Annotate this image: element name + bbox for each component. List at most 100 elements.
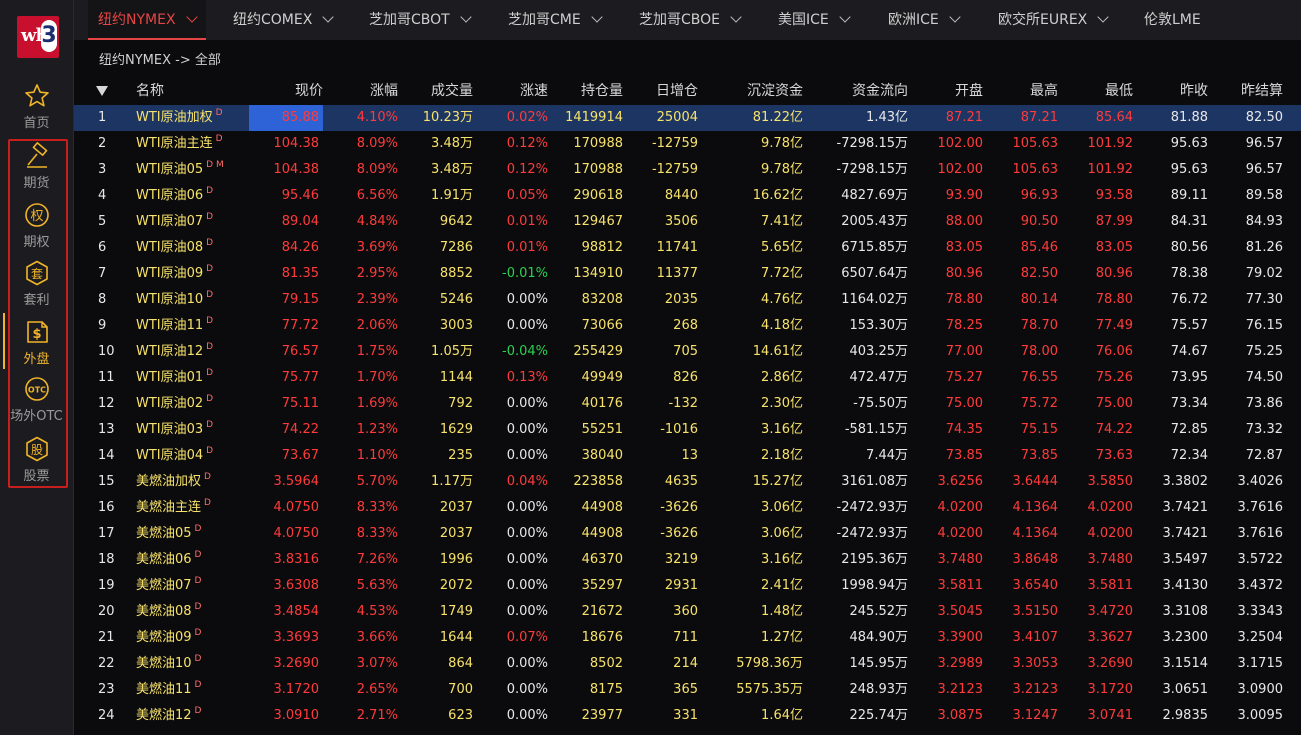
- col-header[interactable]: 最低: [1105, 78, 1133, 105]
- contract-name[interactable]: WTI原油加权 D: [136, 105, 223, 131]
- contract-name[interactable]: 美燃油09 D: [136, 625, 201, 651]
- contract-name[interactable]: WTI原油07 D: [136, 209, 213, 235]
- contract-name[interactable]: 美燃油05 D: [136, 521, 201, 547]
- contract-name[interactable]: WTI原油04 D: [136, 443, 213, 469]
- contract-name[interactable]: WTI原油03 D: [136, 417, 213, 443]
- contract-name[interactable]: WTI原油09 D: [136, 261, 213, 287]
- tab-cbot[interactable]: 芝加哥CBOT: [369, 0, 472, 40]
- cell-low: 3.7480: [1087, 552, 1134, 567]
- cell-doi: 826: [673, 370, 698, 385]
- contract-name[interactable]: 美燃油11 D: [136, 677, 201, 703]
- tab-comex[interactable]: 纽约COMEX: [233, 0, 334, 40]
- col-header[interactable]: 开盘: [955, 78, 983, 105]
- contract-name[interactable]: WTI原油05 D M: [136, 157, 224, 183]
- table-row[interactable]: 3 WTI原油05 D M 104.38 8.09% 3.48万 0.12% 170988 -1…: [74, 157, 1301, 183]
- table-row[interactable]: 16 美燃油主连 D 4.0750 8.33% 2037 0.00% 44908 -3626 3.…: [74, 495, 1301, 521]
- table-row[interactable]: 11 WTI原油01 D 75.77 1.70% 1144 0.13% 49949 826 2.8…: [74, 365, 1301, 391]
- cell-vol: 3003: [439, 318, 473, 333]
- tab-nymex[interactable]: 纽约NYMEX: [88, 0, 206, 40]
- contract-tag: D: [206, 264, 214, 274]
- col-header[interactable]: 沉淀资金: [747, 78, 803, 105]
- cell-flow: 484.90万: [849, 630, 909, 645]
- cell-low: 75.26: [1095, 370, 1133, 385]
- contract-name[interactable]: 美燃油06 D: [136, 547, 201, 573]
- table-row[interactable]: 15 美燃油加权 D 3.5964 5.70% 1.17万 0.04% 223858 4635 1…: [74, 469, 1301, 495]
- table-row[interactable]: 19 美燃油07 D 3.6308 5.63% 2072 0.00% 35297 2931 2.4…: [74, 573, 1301, 599]
- table-row[interactable]: 13 WTI原油03 D 74.22 1.23% 1629 0.00% 55251 -1016 3…: [74, 417, 1301, 443]
- cell-vol: 235: [448, 448, 473, 463]
- row-index: 20: [98, 604, 115, 619]
- table-row[interactable]: 18 美燃油06 D 3.8316 7.26% 1996 0.00% 46370 3219 3.1…: [74, 547, 1301, 573]
- cell-oi: 8175: [589, 682, 623, 697]
- cell-low: 78.80: [1095, 292, 1133, 307]
- table-row[interactable]: 2 WTI原油主连 D 104.38 8.09% 3.48万 0.12% 170988 -127…: [74, 131, 1301, 157]
- table-body: 1 WTI原油加权 D 85.88 4.10% 10.23万 0.02% 1419914 250…: [74, 105, 1301, 729]
- table-row[interactable]: 17 美燃油05 D 4.0750 8.33% 2037 0.00% 44908 -3626 3.…: [74, 521, 1301, 547]
- col-header[interactable]: 涨速: [520, 78, 548, 105]
- cell-fund: 15.27亿: [752, 474, 803, 489]
- contract-tag: D: [194, 654, 202, 664]
- cell-oi: 1419914: [565, 110, 623, 125]
- table-row[interactable]: 20 美燃油08 D 3.4854 4.53% 1749 0.00% 21672 360 1.48…: [74, 599, 1301, 625]
- col-header[interactable]: 成交量: [431, 78, 473, 105]
- contract-name[interactable]: WTI原油01 D: [136, 365, 213, 391]
- nav-home[interactable]: 首页: [0, 82, 73, 131]
- contract-name[interactable]: WTI原油08 D: [136, 235, 213, 261]
- tab-us-ice[interactable]: 美国ICE: [778, 0, 851, 40]
- cell-fund: 2.41亿: [761, 578, 803, 593]
- contract-name[interactable]: 美燃油12 D: [136, 703, 201, 729]
- table-row[interactable]: 24 美燃油12 D 3.0910 2.71% 623 0.00% 23977 331 1.64亿…: [74, 703, 1301, 729]
- table-row[interactable]: 6 WTI原油08 D 84.26 3.69% 7286 0.01% 98812 11741 5.…: [74, 235, 1301, 261]
- col-header[interactable]: 日增仓: [656, 78, 698, 105]
- cell-ps: 72.87: [1245, 448, 1283, 463]
- cell-pc: 78.38: [1170, 266, 1208, 281]
- contract-name[interactable]: 美燃油08 D: [136, 599, 201, 625]
- table-row[interactable]: 21 美燃油09 D 3.3693 3.66% 1644 0.07% 18676 711 1.27…: [74, 625, 1301, 651]
- contract-name[interactable]: WTI原油02 D: [136, 391, 213, 417]
- cell-pc: 74.67: [1170, 344, 1208, 359]
- col-header[interactable]: 昨收: [1180, 78, 1208, 105]
- cell-doi: -132: [668, 396, 698, 411]
- table-row[interactable]: 22 美燃油10 D 3.2690 3.07% 864 0.00% 8502 214 5798.3…: [74, 651, 1301, 677]
- col-header[interactable]: 涨幅: [370, 78, 398, 105]
- col-header[interactable]: 最高: [1030, 78, 1058, 105]
- col-header[interactable]: 昨结算: [1241, 78, 1283, 105]
- cell-pc: 3.0651: [1162, 682, 1209, 697]
- breadcrumb[interactable]: 纽约NYMEX -> 全部: [99, 49, 221, 68]
- tab-cme[interactable]: 芝加哥CME: [508, 0, 603, 40]
- cell-pc: 73.95: [1170, 370, 1208, 385]
- contract-name[interactable]: 美燃油10 D: [136, 651, 201, 677]
- cell-flow: 1998.94万: [841, 578, 908, 593]
- tab-cboe[interactable]: 芝加哥CBOE: [639, 0, 742, 40]
- contract-name[interactable]: WTI原油10 D: [136, 287, 213, 313]
- contract-name[interactable]: WTI原油06 D: [136, 183, 213, 209]
- contract-name[interactable]: WTI原油12 D: [136, 339, 213, 365]
- contract-name[interactable]: 美燃油加权 D: [136, 469, 211, 495]
- table-row[interactable]: 12 WTI原油02 D 75.11 1.69% 792 0.00% 40176 -132 2.3…: [74, 391, 1301, 417]
- sort-icon[interactable]: [96, 78, 108, 105]
- table-row[interactable]: 8 WTI原油10 D 79.15 2.39% 5246 0.00% 83208 2035 4.7…: [74, 287, 1301, 313]
- table-row[interactable]: 14 WTI原油04 D 73.67 1.10% 235 0.00% 38040 13 2.18亿…: [74, 443, 1301, 469]
- table-row[interactable]: 4 WTI原油06 D 95.46 6.56% 1.91万 0.05% 290618 8440 1…: [74, 183, 1301, 209]
- table-row[interactable]: 5 WTI原油07 D 89.04 4.84% 9642 0.01% 129467 3506 7.…: [74, 209, 1301, 235]
- cell-price: 104.38: [273, 162, 320, 177]
- col-header[interactable]: 现价: [295, 78, 323, 105]
- contract-name[interactable]: WTI原油11 D: [136, 313, 213, 339]
- tab-eurex[interactable]: 欧交所EUREX: [998, 0, 1109, 40]
- contract-name[interactable]: 美燃油07 D: [136, 573, 201, 599]
- table-row[interactable]: 10 WTI原油12 D 76.57 1.75% 1.05万 -0.04% 255429 705…: [74, 339, 1301, 365]
- contract-name[interactable]: 美燃油主连 D: [136, 495, 211, 521]
- col-header[interactable]: 资金流向: [852, 78, 908, 105]
- tab-lme[interactable]: 伦敦LME: [1144, 0, 1201, 40]
- table-row[interactable]: 7 WTI原油09 D 81.35 2.95% 8852 -0.01% 134910 11377…: [74, 261, 1301, 287]
- cell-open: 4.0200: [937, 500, 984, 515]
- table-row[interactable]: 1 WTI原油加权 D 85.88 4.10% 10.23万 0.02% 1419914 250…: [74, 105, 1301, 131]
- col-header[interactable]: 持仓量: [581, 78, 623, 105]
- cell-vol: 1.17万: [431, 474, 473, 489]
- col-header[interactable]: 名称: [136, 78, 164, 105]
- contract-name[interactable]: WTI原油主连 D: [136, 131, 223, 157]
- cell-price: 75.11: [281, 396, 319, 411]
- tab-eu-ice[interactable]: 欧洲ICE: [888, 0, 961, 40]
- table-row[interactable]: 23 美燃油11 D 3.1720 2.65% 700 0.00% 8175 365 5575.3…: [74, 677, 1301, 703]
- table-row[interactable]: 9 WTI原油11 D 77.72 2.06% 3003 0.00% 73066 268 4.18…: [74, 313, 1301, 339]
